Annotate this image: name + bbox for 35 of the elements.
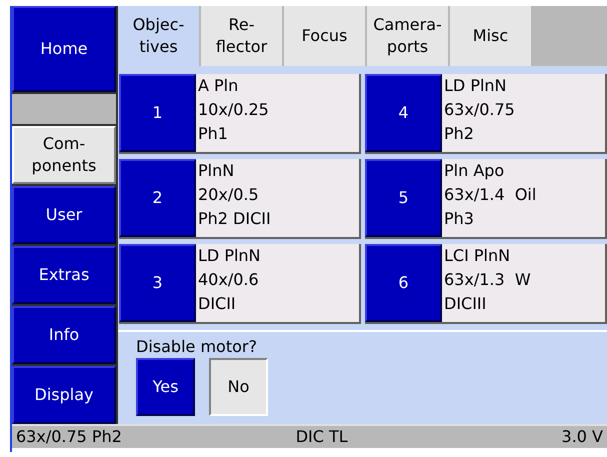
sidebar-item[interactable]: Info xyxy=(12,306,116,364)
objective-description: A Pln 10x/0.25 Ph1 xyxy=(197,75,269,145)
objective-description: Pln Apo 63x/1.4 Oil Ph3 xyxy=(443,160,536,230)
objective-description: PlnN 20x/0.5 Ph2 DICII xyxy=(197,160,271,230)
objective-number: 3 xyxy=(119,244,196,322)
sidebar-item[interactable]: Display xyxy=(12,366,116,424)
objective-button[interactable]: 1 A Pln 10x/0.25 Ph1 xyxy=(119,74,361,154)
objective-number: 6 xyxy=(365,244,442,322)
objective-button[interactable]: 5 Pln Apo 63x/1.4 Oil Ph3 xyxy=(365,159,607,239)
objective-button[interactable]: 4 LD PlnN 63x/0.75 Ph2 xyxy=(365,74,607,154)
objective-button[interactable]: 6 LCI PlnN 63x/1.3 W DICIII xyxy=(365,244,607,324)
objective-number: 5 xyxy=(365,159,442,237)
objective-description: LD PlnN 63x/0.75 Ph2 xyxy=(443,75,515,145)
status-reflector: DIC TL xyxy=(296,426,348,448)
sidebar-item[interactable]: Com- ponents xyxy=(12,126,116,184)
objective-button[interactable]: 3 LD PlnN 40x/0.6 DICII xyxy=(119,244,361,324)
choice-button[interactable]: No xyxy=(209,358,268,416)
objective-description: LCI PlnN 63x/1.3 W DICIII xyxy=(443,245,531,315)
sidebar-item[interactable]: User xyxy=(12,186,116,244)
question-label: Disable motor? xyxy=(136,338,258,356)
objective-number: 4 xyxy=(365,74,442,152)
tab[interactable]: Misc xyxy=(450,6,531,66)
sidebar-item[interactable]: Home xyxy=(12,6,116,92)
objective-description: LD PlnN 40x/0.6 DICII xyxy=(197,245,261,315)
tab[interactable]: Focus xyxy=(284,6,365,66)
objective-number: 1 xyxy=(119,74,196,152)
choice-button[interactable]: Yes xyxy=(136,358,195,416)
objective-button[interactable]: 2 PlnN 20x/0.5 Ph2 DICII xyxy=(119,159,361,239)
sidebar-item[interactable]: Extras xyxy=(12,246,116,304)
objective-number: 2 xyxy=(119,159,196,237)
tab[interactable]: Camera- ports xyxy=(367,6,448,66)
tab[interactable]: Re- flector xyxy=(201,6,282,66)
tab[interactable]: Objec- tives xyxy=(118,6,199,66)
status-voltage: 3.0 V xyxy=(562,426,603,448)
status-objective: 63x/0.75 Ph2 xyxy=(16,426,122,448)
